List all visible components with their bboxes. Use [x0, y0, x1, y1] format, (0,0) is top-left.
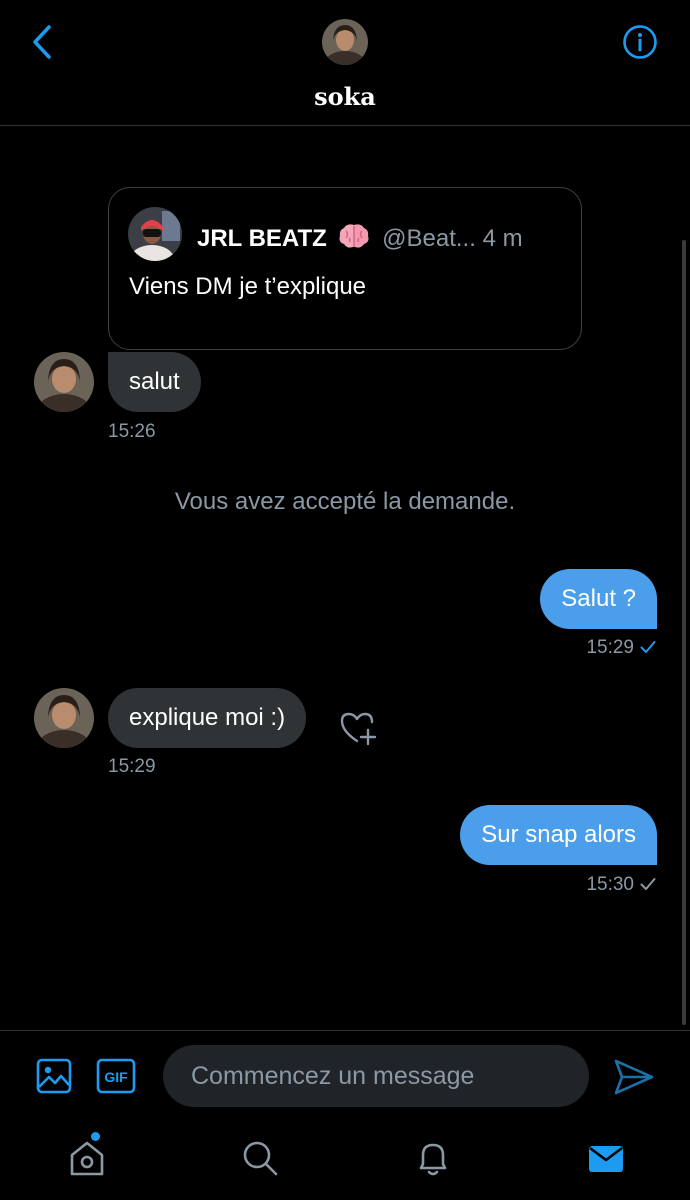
tab-home[interactable]: [65, 1132, 109, 1180]
tweet-time: 4 m: [482, 225, 523, 252]
outgoing-message-bubble[interactable]: Sur snap alors: [460, 805, 657, 865]
conversation-info-button[interactable]: [620, 22, 660, 62]
chevron-left-icon: [33, 25, 51, 59]
tweet-author-avatar: [128, 207, 182, 261]
bell-icon: [419, 1143, 447, 1176]
message-timestamp: 15:29: [108, 756, 156, 777]
add-reaction-button[interactable]: [338, 708, 378, 748]
search-icon: [243, 1141, 278, 1176]
shared-tweet-card[interactable]: JRL BEATZ @Beat... 4 m Viens DM je t’exp…: [108, 187, 582, 350]
message-timestamp: 15:26: [108, 421, 156, 442]
tweet-author-name: JRL BEATZ: [197, 225, 327, 252]
message-status: 15:30: [586, 874, 656, 896]
home-icon: [70, 1141, 104, 1176]
tweet-text: Viens DM je t’explique: [129, 273, 367, 300]
info-circle-icon: [623, 25, 657, 59]
message-status: 15:29: [586, 637, 656, 659]
scrollbar[interactable]: [682, 240, 686, 1025]
sender-avatar[interactable]: [34, 688, 94, 748]
contact-avatar[interactable]: [322, 19, 368, 65]
tweet-author-handle: @Beat...: [382, 225, 476, 252]
tweet-header: JRL BEATZ @Beat... 4 m: [197, 222, 523, 257]
add-gif-button[interactable]: GIF: [96, 1058, 136, 1094]
back-button[interactable]: [22, 22, 62, 62]
brain-emoji-icon: [337, 222, 371, 257]
message-composer: GIF: [0, 1030, 690, 1120]
tab-search[interactable]: [238, 1136, 282, 1180]
image-icon: [36, 1058, 72, 1094]
message-timestamp: 15:29: [586, 637, 634, 658]
outgoing-message-bubble[interactable]: Salut ?: [540, 569, 657, 629]
request-accepted-note: Vous avez accepté la demande.: [174, 488, 516, 515]
mail-icon: [589, 1146, 623, 1172]
gif-label: GIF: [104, 1069, 128, 1085]
send-button[interactable]: [612, 1057, 656, 1097]
tab-messages[interactable]: [584, 1136, 628, 1180]
incoming-message-bubble[interactable]: explique moi :): [108, 688, 307, 748]
contact-name[interactable]: soka: [0, 82, 690, 111]
message-input[interactable]: [163, 1045, 589, 1107]
heart-plus-icon: [340, 712, 377, 746]
sent-check-icon: [640, 878, 656, 890]
bottom-tab-bar: [0, 1120, 690, 1200]
conversation-header: soka: [0, 0, 690, 126]
notification-dot: [91, 1132, 100, 1141]
sender-avatar[interactable]: [34, 352, 94, 412]
send-icon: [614, 1059, 654, 1095]
tab-notifications[interactable]: [411, 1136, 455, 1180]
add-image-button[interactable]: [35, 1057, 73, 1095]
seen-check-icon: [640, 641, 656, 653]
incoming-message-bubble[interactable]: salut: [108, 352, 201, 412]
message-timestamp: 15:30: [586, 874, 634, 895]
